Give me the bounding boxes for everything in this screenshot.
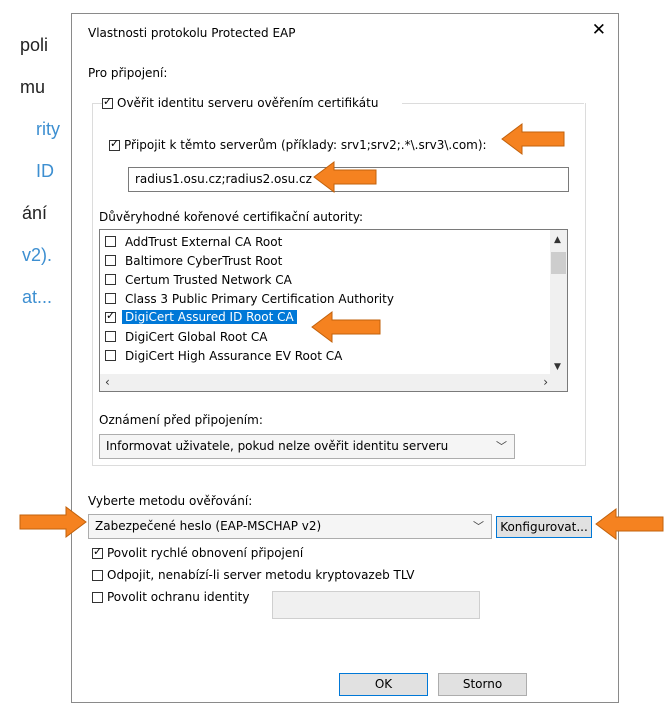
vertical-scrollbar[interactable]: ▲ ▼ (550, 230, 567, 375)
dialog-title: Vlastnosti protokolu Protected EAP (88, 26, 296, 40)
connect-servers-checkbox[interactable] (109, 137, 120, 151)
arrow-right-icon (19, 506, 87, 538)
notify-label: Oznámení před připojením: (99, 413, 263, 427)
background-text-1: poli (20, 35, 49, 55)
scroll-left-icon[interactable]: ‹ (105, 375, 110, 389)
peap-properties-dialog: Vlastnosti protokolu Protected EAP ✕ Pro… (71, 13, 619, 703)
ok-button[interactable]: OK (339, 673, 428, 696)
configure-button[interactable]: Konfigurovat... (496, 516, 592, 538)
trusted-ca-label: Důvěryhodné kořenové certifikační autori… (99, 210, 364, 224)
notify-value: Informovat uživatele, pokud nelze ověřit… (106, 439, 449, 453)
background-text-5: ání (22, 203, 48, 223)
disconnect-tlv-checkbox[interactable] (92, 570, 103, 581)
identity-privacy-checkbox[interactable] (92, 592, 103, 603)
scroll-right-icon[interactable]: › (543, 375, 548, 389)
scrollbar-corner (550, 374, 567, 391)
fast-reconnect-label: Povolit rychlé obnovení připojení (107, 546, 304, 560)
ca-checkbox[interactable] (105, 274, 116, 285)
horizontal-scrollbar[interactable]: ‹ › (100, 374, 551, 391)
ca-checkbox[interactable] (105, 293, 116, 304)
scroll-thumb[interactable] (551, 252, 566, 274)
background-text-2: mu (20, 77, 46, 97)
arrow-left-icon (595, 508, 664, 540)
list-item[interactable]: AddTrust External CA Root (105, 233, 543, 251)
connect-servers-label: Připojit k těmto serverům (příklady: srv… (124, 138, 487, 152)
connection-label: Pro připojení: (88, 66, 168, 80)
identity-privacy-label: Povolit ochranu identity (107, 590, 250, 604)
list-item[interactable]: Baltimore CyberTrust Root (105, 252, 543, 270)
ca-checkbox[interactable] (105, 236, 116, 247)
auth-method-value: Zabezpečené heslo (EAP-MSCHAP v2) (95, 519, 322, 533)
ca-label: DigiCert High Assurance EV Root CA (125, 349, 343, 363)
notify-select[interactable]: Informovat uživatele, pokud nelze ověřit… (99, 434, 515, 459)
scroll-up-icon[interactable]: ▲ (554, 235, 561, 245)
ca-label: DigiCert Global Root CA (125, 330, 268, 344)
list-item[interactable]: Class 3 Public Primary Certification Aut… (105, 290, 543, 308)
auth-method-select[interactable]: Zabezpečené heslo (EAP-MSCHAP v2) ﹀ (88, 514, 492, 539)
arrow-left-icon (313, 161, 377, 193)
chevron-down-icon: ﹀ (473, 520, 484, 533)
list-item[interactable]: Certum Trusted Network CA (105, 271, 543, 289)
ca-label: Class 3 Public Primary Certification Aut… (125, 292, 394, 306)
close-icon[interactable]: ✕ (592, 22, 606, 39)
ca-label: Baltimore CyberTrust Root (125, 254, 283, 268)
ca-label: Certum Trusted Network CA (125, 273, 292, 287)
fast-reconnect-checkbox[interactable] (92, 545, 103, 559)
ca-checkbox[interactable] (105, 331, 116, 342)
background-text-7: at... (22, 287, 53, 307)
ca-checkbox[interactable] (105, 350, 116, 361)
verify-cert-checkbox[interactable] (102, 95, 113, 109)
identity-input[interactable] (272, 591, 480, 619)
auth-method-label: Vyberte metodu ověřování: (88, 494, 253, 508)
scroll-down-icon[interactable]: ▼ (554, 362, 561, 372)
ca-checkbox[interactable] (105, 309, 116, 323)
background-text-6: v2). (22, 245, 53, 265)
list-item[interactable]: DigiCert High Assurance EV Root CA (105, 347, 543, 365)
ca-label: DigiCert Assured ID Root CA (122, 310, 297, 324)
chevron-down-icon: ﹀ (496, 440, 507, 453)
ca-checkbox[interactable] (105, 255, 116, 266)
background-text-3: rity (36, 119, 60, 139)
cancel-button[interactable]: Storno (438, 673, 527, 696)
verify-cert-label: Ověřit identitu serveru ověřením certifi… (117, 96, 379, 110)
arrow-left-icon (501, 123, 565, 155)
background-text-4: ID (36, 161, 54, 181)
ca-label: AddTrust External CA Root (125, 235, 283, 249)
arrow-left-icon (311, 311, 381, 343)
disconnect-tlv-label: Odpojit, nenabízí-li server metodu krypt… (107, 568, 415, 582)
